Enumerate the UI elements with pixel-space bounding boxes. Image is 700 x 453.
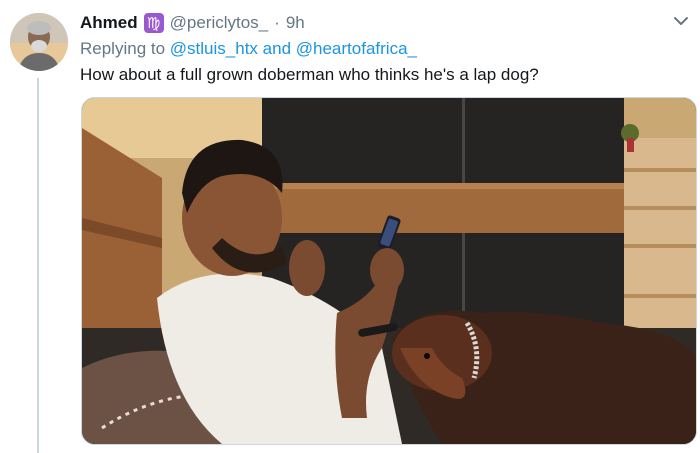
author-handle[interactable]: @periclytos_ [170,13,269,33]
thread-connector-line [37,78,39,453]
virgo-emoji-icon: ♍ [143,13,164,33]
reply-handle-2[interactable]: @heartofafrica_ [296,39,417,58]
meta-separator: · [274,13,280,32]
avatar-image [10,13,68,71]
tweet-text: How about a full grown doberman who thin… [80,65,539,84]
reply-joiner: and [262,39,292,58]
photo-illustration [82,98,696,444]
author-name[interactable]: Ahmed [80,13,138,33]
avatar[interactable] [10,13,68,71]
chevron-down-icon[interactable] [672,12,690,30]
reply-prefix: Replying to [80,39,166,58]
reply-handle-1[interactable]: @stluis_htx [170,39,258,58]
tweet-header: Ahmed ♍ @periclytos_ · 9h [80,12,305,34]
replying-to-line: Replying to @stluis_htx and @heartofafri… [80,39,417,59]
tweet-timestamp[interactable]: 9h [286,13,305,33]
tweet-photo[interactable] [81,97,697,445]
